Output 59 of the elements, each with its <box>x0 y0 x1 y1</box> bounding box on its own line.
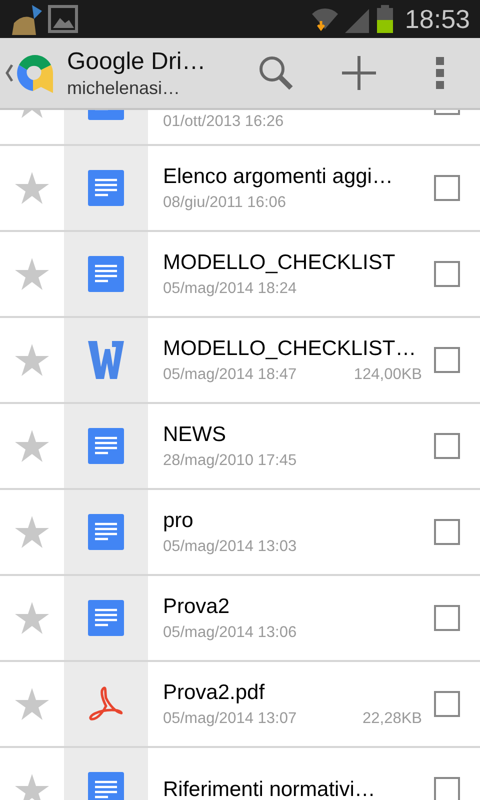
star-icon[interactable] <box>15 344 49 376</box>
file-row[interactable]: MODELLO_CHECKLIST… 05/mag/2014 18:47 124,00KB <box>0 318 480 404</box>
modified-date: 05/mag/2014 13:03 <box>163 538 297 556</box>
modified-date: 28/mag/2010 17:45 <box>163 452 297 470</box>
star-icon[interactable] <box>15 258 49 290</box>
image-icon <box>48 5 78 33</box>
file-name: MODELLO_CHECKLIST <box>163 250 396 274</box>
file-row[interactable]: Elenco argomenti aggi… 08/giu/2011 16:06 <box>0 146 480 232</box>
file-name: Prova2.pdf <box>163 680 266 704</box>
checkbox[interactable] <box>434 261 460 287</box>
document-icon <box>88 256 124 292</box>
plus-icon <box>342 56 376 90</box>
modified-date: 08/giu/2011 16:06 <box>163 194 286 212</box>
modified-date: 05/mag/2014 18:24 <box>163 280 297 298</box>
checkbox[interactable] <box>434 605 460 631</box>
checkbox[interactable] <box>434 175 460 201</box>
star-icon[interactable] <box>15 688 49 720</box>
modified-date: 05/mag/2014 13:06 <box>163 624 297 642</box>
checkbox[interactable] <box>434 433 460 459</box>
file-size: 22,28KB <box>362 710 422 728</box>
file-name: Prova2 <box>163 594 231 618</box>
pdf-icon <box>88 686 124 722</box>
document-icon <box>88 514 124 550</box>
checkbox[interactable] <box>434 347 460 373</box>
file-name: Riferimenti normativi… <box>163 778 376 800</box>
file-name: pro <box>163 508 194 532</box>
checkbox[interactable] <box>434 691 460 717</box>
file-row[interactable]: MODELLO_CHECKLIST 05/mag/2014 18:24 <box>0 232 480 318</box>
file-row[interactable]: Riferimenti normativi… <box>0 748 480 800</box>
modified-date: 01/ott/2013 16:26 <box>163 113 284 131</box>
file-row[interactable]: pro 05/mag/2014 13:03 <box>0 490 480 576</box>
star-icon[interactable] <box>15 172 49 204</box>
file-row[interactable]: Prova2.pdf 05/mag/2014 13:07 22,28KB <box>0 662 480 748</box>
star-icon[interactable] <box>15 602 49 634</box>
file-row[interactable]: NEWS 28/mag/2010 17:45 <box>0 404 480 490</box>
document-icon <box>88 428 124 464</box>
checkbox[interactable] <box>434 777 460 800</box>
app-title: Google Dri… <box>67 48 207 76</box>
file-name: Elenco argomenti aggi… <box>163 164 394 188</box>
document-icon <box>88 600 124 636</box>
checkbox[interactable] <box>434 519 460 545</box>
menu-icon <box>436 57 444 89</box>
document-icon <box>88 170 124 206</box>
battery-icon <box>374 5 395 33</box>
document-icon <box>88 772 124 800</box>
file-name: MODELLO_CHECKLIST… <box>163 336 418 360</box>
caret-icon <box>5 64 13 82</box>
modified-date: 05/mag/2014 13:07 <box>163 710 297 728</box>
star-icon[interactable] <box>15 516 49 548</box>
clock-time: 18:53 <box>404 4 470 34</box>
modified-date: 05/mag/2014 18:47 <box>163 366 297 384</box>
file-name: NEWS <box>163 422 227 446</box>
search-icon <box>258 55 294 91</box>
star-icon[interactable] <box>15 774 49 800</box>
file-row[interactable]: Prova2 05/mag/2014 13:06 <box>0 576 480 662</box>
account-name: michelenasi… <box>67 78 182 98</box>
star-icon[interactable] <box>15 430 49 462</box>
file-size: 124,00KB <box>354 366 422 384</box>
word-document-icon <box>88 341 124 379</box>
